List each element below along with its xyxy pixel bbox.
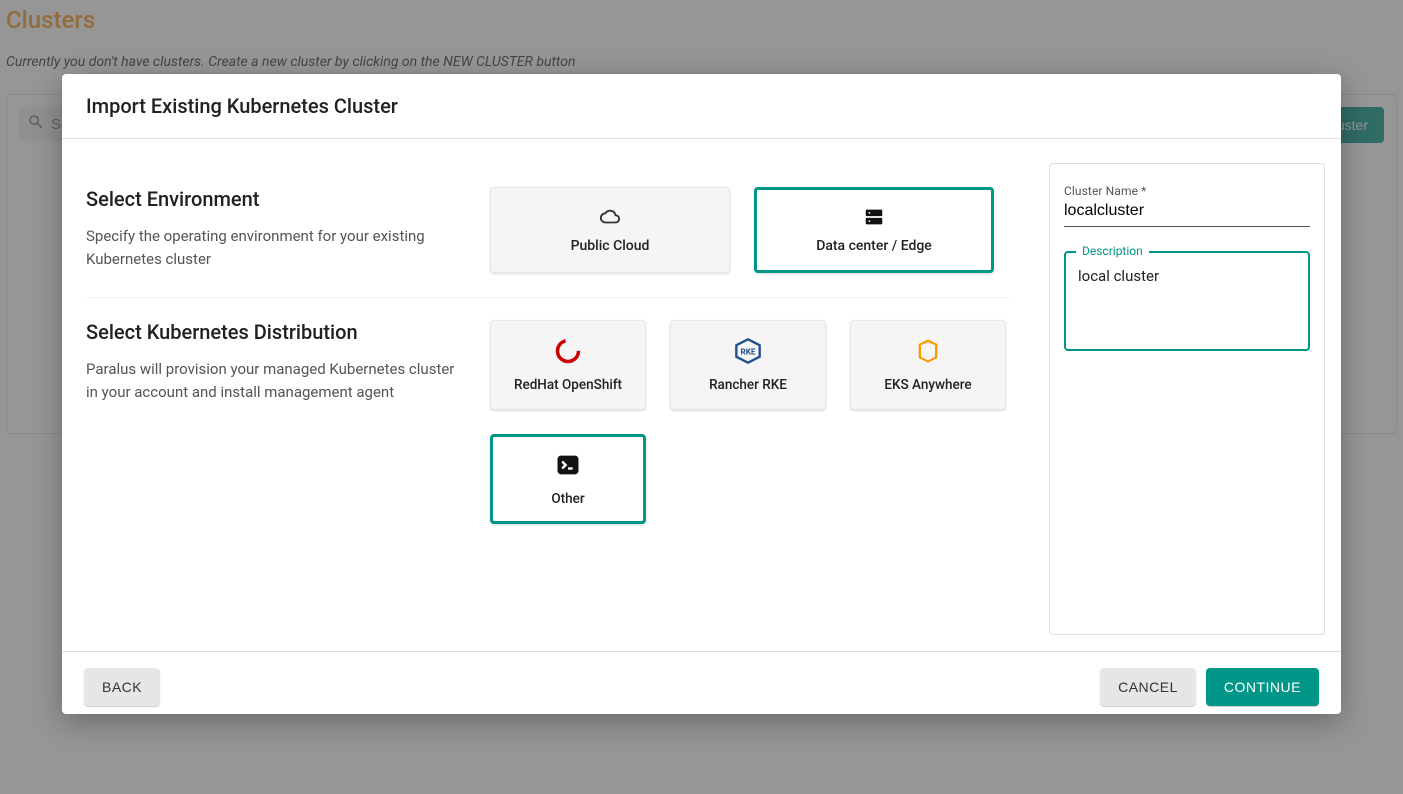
distro-option-openshift[interactable]: RedHat OpenShift <box>490 320 646 410</box>
terminal-icon <box>554 451 582 479</box>
continue-button[interactable]: Continue <box>1206 668 1319 706</box>
cluster-name-field-wrap: Cluster Name * <box>1064 184 1310 227</box>
environment-description: Specify the operating environment for yo… <box>86 225 466 270</box>
dialog-title: Import Existing Kubernetes Cluster <box>86 94 1317 118</box>
eks-icon <box>914 337 942 365</box>
env-option-label: Public Cloud <box>571 238 650 254</box>
dialog-header: Import Existing Kubernetes Cluster <box>62 74 1341 139</box>
distribution-section: Select Kubernetes Distribution Paralus w… <box>86 298 1009 548</box>
distro-option-rancher[interactable]: RKE Rancher RKE <box>670 320 826 410</box>
distro-option-label: EKS Anywhere <box>884 377 971 393</box>
distribution-heading: Select Kubernetes Distribution <box>86 320 466 344</box>
description-label: Description <box>1076 244 1149 258</box>
back-button[interactable]: Back <box>84 668 160 706</box>
env-option-data-center[interactable]: Data center / Edge <box>754 187 994 273</box>
cluster-name-label: Cluster Name * <box>1064 184 1310 198</box>
dialog-footer: Back Cancel Continue <box>62 651 1341 714</box>
rancher-icon: RKE <box>734 337 762 365</box>
openshift-icon <box>554 337 582 365</box>
distro-option-label: Rancher RKE <box>709 377 787 393</box>
description-field-wrap: Description <box>1064 251 1310 351</box>
cancel-button[interactable]: Cancel <box>1100 668 1196 706</box>
distro-option-label: RedHat OpenShift <box>514 377 622 393</box>
cluster-form: Cluster Name * Description <box>1049 163 1325 635</box>
import-cluster-dialog: Import Existing Kubernetes Cluster Selec… <box>62 74 1341 714</box>
environment-heading: Select Environment <box>86 187 466 211</box>
svg-text:RKE: RKE <box>741 347 756 357</box>
distribution-description: Paralus will provision your managed Kube… <box>86 358 466 403</box>
description-textarea[interactable] <box>1078 267 1296 333</box>
cluster-name-input[interactable] <box>1064 200 1310 227</box>
distro-option-other[interactable]: Other <box>490 434 646 524</box>
server-icon <box>861 206 887 228</box>
cloud-icon <box>597 206 623 228</box>
env-option-public-cloud[interactable]: Public Cloud <box>490 187 730 273</box>
environment-section: Select Environment Specify the operating… <box>86 163 1009 297</box>
env-option-label: Data center / Edge <box>816 238 932 254</box>
distro-option-eks[interactable]: EKS Anywhere <box>850 320 1006 410</box>
distro-option-label: Other <box>551 491 584 507</box>
